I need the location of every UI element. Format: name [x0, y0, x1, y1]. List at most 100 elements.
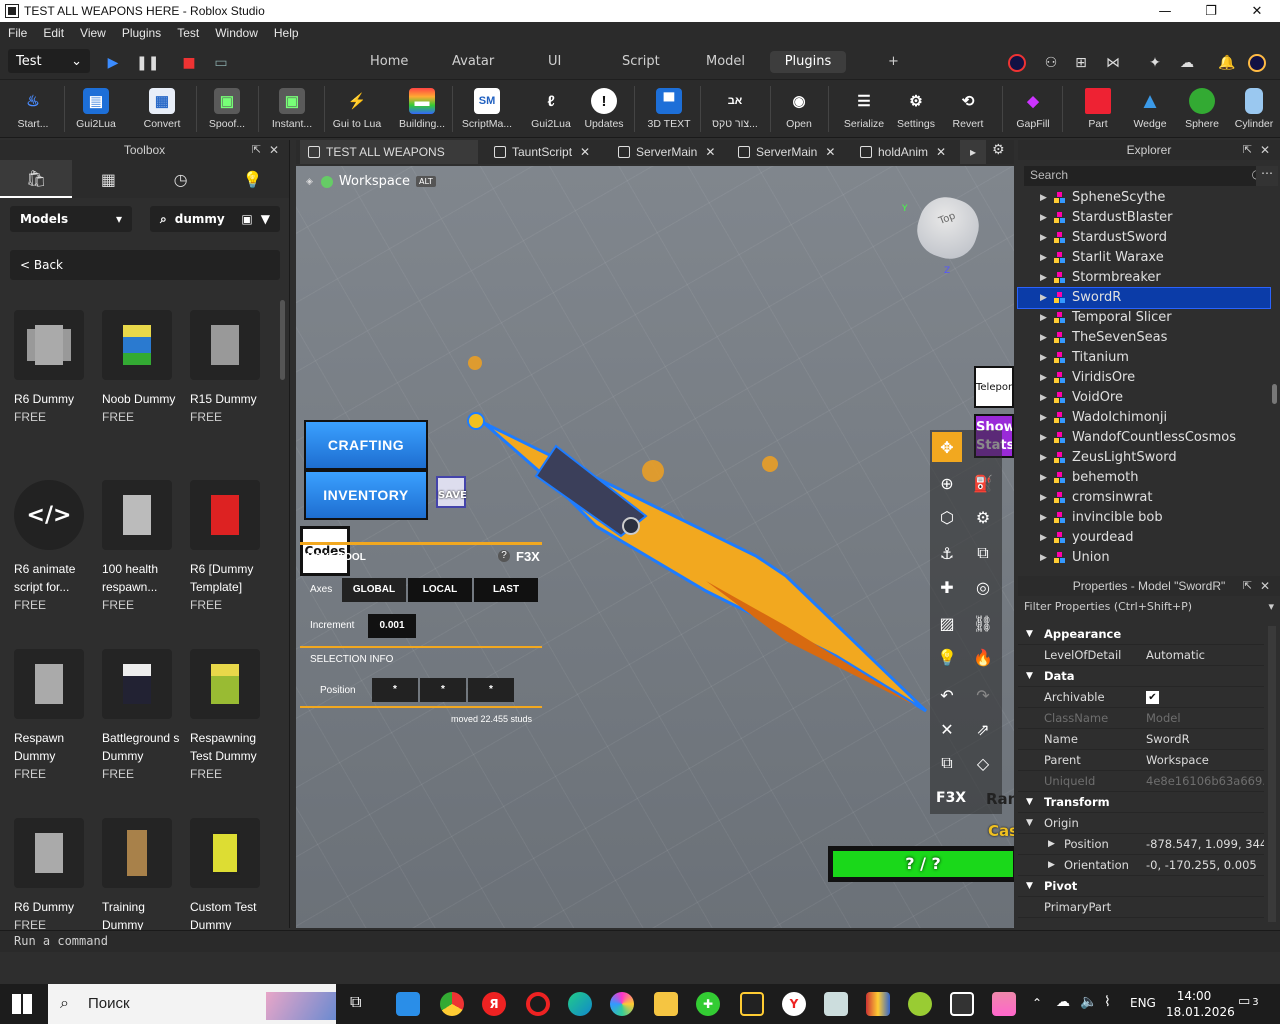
collapse-arrow-icon[interactable]: ▼ [1026, 813, 1033, 834]
axes-global-button[interactable]: GLOBAL [342, 578, 406, 602]
property-row[interactable]: ▶ Position -878.547, 1.099, 344.49 [1018, 834, 1264, 855]
command-bar-input[interactable]: Run a command [0, 930, 1280, 952]
property-row[interactable]: Archivable ✔ [1018, 687, 1264, 708]
delete-icon[interactable]: ✕ [932, 714, 962, 744]
game-icon[interactable] [908, 992, 932, 1016]
play-icon[interactable]: ▶ [104, 54, 122, 72]
sword-model[interactable] [456, 406, 936, 726]
property-row[interactable]: ▼ Transform [1018, 792, 1264, 813]
browser-icon[interactable] [610, 992, 634, 1016]
explorer-item[interactable]: ▶ behemoth [1018, 468, 1270, 488]
bell-icon[interactable]: 🔔 [1218, 54, 1236, 72]
viewport-breadcrumb[interactable]: ◈ Workspace ALT [306, 174, 436, 189]
file-explorer-icon[interactable] [654, 992, 678, 1016]
inventory-button[interactable]: INVENTORY [304, 470, 428, 520]
teleport-button[interactable]: Telepor [974, 366, 1014, 408]
tab-servermain[interactable]: ServerMain ✕ [610, 140, 715, 164]
opera-icon[interactable] [526, 992, 550, 1016]
share-icon[interactable]: ⋈ [1104, 54, 1122, 72]
tab-scroll-button[interactable]: ▸ [960, 140, 986, 164]
mail-app-icon[interactable] [396, 992, 420, 1016]
toolbar-wedge[interactable]: ▲ Wedge [1128, 84, 1172, 134]
bag-icon[interactable]: 🛍 [0, 160, 73, 198]
tab-model[interactable]: Model [696, 51, 755, 73]
weld-tool-icon[interactable]: ⛓ [968, 608, 998, 638]
properties-scrollbar[interactable] [1268, 626, 1276, 922]
property-row[interactable]: ClassName Model [1018, 708, 1264, 729]
volume-icon[interactable]: 🔈 [1080, 994, 1097, 1010]
tab-test-all-weapons[interactable]: TEST ALL WEAPONS HERE✕ [300, 140, 478, 183]
list-item[interactable]: R6 Dummy FREE [14, 818, 94, 934]
expand-arrow-icon[interactable]: ▶ [1040, 208, 1047, 228]
property-row[interactable]: Name SwordR [1018, 729, 1264, 750]
menu-view[interactable]: View [72, 26, 114, 40]
toolbox-scrollbar[interactable] [280, 300, 285, 380]
screen-icon[interactable]: ▭ [212, 54, 230, 72]
list-item[interactable]: 100 health respawn... FREE [102, 480, 182, 614]
network-icon[interactable]: ☁ [1056, 994, 1070, 1010]
mode-select[interactable]: Test ⌄ [8, 49, 90, 73]
toolbox-search[interactable]: ⌕ dummy ▣ ▼ [150, 206, 280, 232]
codes-button[interactable]: Codes [300, 526, 350, 576]
menu-file[interactable]: File [0, 26, 35, 40]
crafting-button[interactable]: CRAFTING [304, 420, 428, 470]
close-icon[interactable]: ✕ [580, 145, 590, 159]
expand-arrow-icon[interactable]: ▶ [1040, 508, 1047, 528]
surface-tool-icon[interactable]: ⚙ [968, 502, 998, 532]
menu-edit[interactable]: Edit [35, 26, 72, 40]
axes-local-button[interactable]: LOCAL [408, 578, 472, 602]
clock[interactable]: 14:00 18.01.2026 [1166, 988, 1235, 1020]
close-icon[interactable]: ✕ [936, 145, 946, 159]
property-row[interactable]: ▼ Pivot [1018, 876, 1264, 897]
expand-arrow-icon[interactable]: ▶ [1040, 288, 1047, 308]
add-tab-button[interactable]: + [878, 51, 909, 73]
archivable-checkbox[interactable]: ✔ [1146, 691, 1159, 704]
explorer-item[interactable]: ▶ ViridisOre [1018, 368, 1270, 388]
task-view-icon[interactable]: ⧉ [350, 992, 374, 1016]
list-item[interactable]: Noob Dummy FREE [102, 310, 182, 426]
toolbar-updates[interactable]: ! Updates [582, 84, 626, 134]
toolbar-gui2lua[interactable]: ▤ Gui2Lua [72, 84, 120, 134]
explorer-item[interactable]: ▶ WadoIchimonji [1018, 408, 1270, 428]
collaborators-icon[interactable]: ⚇ [1042, 54, 1060, 72]
mesh-tool-icon[interactable]: ◎ [968, 572, 998, 602]
toolbar-revert[interactable]: ⟲ Revert [946, 84, 990, 134]
anime-app-icon[interactable] [992, 992, 1016, 1016]
pause-icon[interactable]: ❚❚ [136, 54, 159, 72]
collapse-arrow-icon[interactable]: ▼ [1026, 666, 1033, 687]
tab-servermain-2[interactable]: ServerMain ✕ [730, 140, 835, 164]
close-button[interactable]: ✕ [1234, 0, 1280, 22]
taskbar-search-input[interactable]: ⌕ Поиск [48, 984, 336, 1024]
explorer-item[interactable]: ▶ invincible bob [1018, 508, 1270, 528]
property-row[interactable]: ▼ Origin [1018, 813, 1264, 834]
collapse-arrow-icon[interactable]: ▼ [1026, 792, 1033, 813]
close-icon[interactable]: ✕ [1260, 140, 1270, 160]
explorer-item[interactable]: ▶ SpheneScythe [1018, 188, 1270, 208]
toolbar-cylinder[interactable]: Cylinder [1232, 84, 1276, 134]
list-item[interactable]: R6 Dummy FREE [14, 310, 94, 426]
toolbar-spoof[interactable]: ▣ Spoof... [204, 84, 250, 134]
grid-icon[interactable]: ▦ [72, 160, 144, 198]
comment-icon[interactable]: ⊞ [1072, 54, 1090, 72]
toolbar-convert[interactable]: ▦ Convert [140, 84, 184, 134]
tab-avatar[interactable]: Avatar [442, 51, 504, 73]
yandex-browser-icon[interactable]: Я [482, 992, 506, 1016]
layers-icon[interactable]: ◇ [968, 748, 998, 778]
view-cube[interactable]: Top [910, 190, 986, 266]
close-icon[interactable]: ✕ [825, 145, 835, 159]
3d-viewport[interactable]: ◈ Workspace ALT Top Y Z CRAFTING INVENTO… [296, 166, 1014, 928]
expand-arrow-icon[interactable]: ▶ [1040, 428, 1047, 448]
explorer-item[interactable]: ▶ Starlit Waraxe [1018, 248, 1270, 268]
expand-arrow-icon[interactable]: ▶ [1040, 408, 1047, 428]
explorer-item[interactable]: ▶ TheSevenSeas [1018, 328, 1270, 348]
decorate-tool-icon[interactable]: 🔥 [968, 642, 998, 672]
expand-arrow-icon[interactable]: ▶ [1040, 528, 1047, 548]
property-value[interactable]: -0, -170.255, 0.005 [1146, 855, 1264, 876]
list-item[interactable]: Training Dummy [102, 818, 182, 934]
profile-avatar[interactable] [1248, 54, 1266, 72]
position-z-field[interactable]: * [468, 678, 514, 702]
photos-icon[interactable] [824, 992, 848, 1016]
lock-app-icon[interactable] [740, 992, 764, 1016]
toolbar-gui-to-lua[interactable]: ⚡ Gui to Lua [330, 84, 384, 134]
toolbar-building[interactable]: ▬ Building... [396, 84, 448, 134]
